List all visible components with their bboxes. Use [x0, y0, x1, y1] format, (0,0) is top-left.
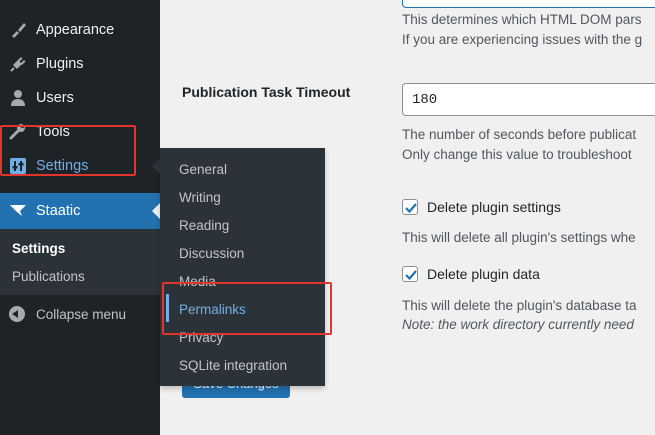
- collapse-menu-button[interactable]: Collapse menu: [9, 306, 126, 322]
- plugin-icon: [9, 55, 27, 73]
- user-icon: [9, 89, 27, 107]
- flyout-item-general[interactable]: General: [179, 162, 227, 177]
- dom-parser-description: This determines which HTML DOM pars: [402, 12, 642, 27]
- delete-plugin-settings-row[interactable]: Delete plugin settings: [402, 199, 561, 215]
- delete-settings-description: This will delete all plugin's settings w…: [402, 230, 636, 245]
- flyout-pointer: [152, 158, 160, 174]
- sidebar-item-label: Staatic: [36, 203, 81, 219]
- delete-plugin-data-label: Delete plugin data: [427, 266, 540, 282]
- publication-task-timeout-input[interactable]: 180: [402, 83, 655, 116]
- flyout-item-discussion[interactable]: Discussion: [179, 246, 244, 261]
- sidebar-item-appearance[interactable]: Appearance: [0, 13, 160, 47]
- html-dom-parser-field[interactable]: [402, 0, 655, 8]
- flyout-item-sqlite-integration[interactable]: SQLite integration: [179, 358, 287, 373]
- timeout-description: The number of seconds before publicat: [402, 127, 637, 142]
- flyout-item-reading[interactable]: Reading: [179, 218, 229, 233]
- staatic-bird-icon: [9, 201, 27, 219]
- admin-sidebar: Appearance Plugins Users Tools Settings …: [0, 0, 160, 435]
- sidebar-item-staatic[interactable]: Staatic: [0, 193, 160, 229]
- current-menu-arrow: [152, 203, 160, 219]
- sidebar-item-plugins[interactable]: Plugins: [0, 47, 160, 81]
- annotation-box-permalinks: [162, 282, 332, 335]
- paintbrush-icon: [9, 21, 27, 39]
- delete-plugin-data-checkbox[interactable]: [402, 266, 418, 282]
- dom-parser-description-2: If you are experiencing issues with the …: [402, 32, 643, 47]
- collapse-arrow-icon: [9, 306, 25, 322]
- collapse-menu-label: Collapse menu: [36, 306, 127, 322]
- delete-plugin-settings-checkbox[interactable]: [402, 199, 418, 215]
- delete-plugin-settings-label: Delete plugin settings: [427, 199, 561, 215]
- delete-plugin-data-row[interactable]: Delete plugin data: [402, 266, 540, 282]
- sidebar-item-label: Users: [36, 90, 74, 106]
- publication-task-timeout-label: Publication Task Timeout: [182, 84, 351, 100]
- sidebar-item-label: Appearance: [36, 22, 115, 38]
- settings-flyout-menu: General Writing Reading Discussion Media…: [160, 148, 325, 386]
- checkmark-icon: [405, 270, 417, 281]
- flyout-item-writing[interactable]: Writing: [179, 190, 221, 205]
- staatic-submenu-settings[interactable]: Settings: [12, 241, 65, 256]
- timeout-description-2: Only change this value to troubleshoot: [402, 147, 632, 162]
- staatic-submenu: [0, 229, 160, 295]
- annotation-box-settings: [0, 125, 136, 176]
- staatic-submenu-publications[interactable]: Publications: [12, 269, 85, 284]
- delete-data-note: Note: the work directory currently need: [402, 317, 634, 332]
- sidebar-item-users[interactable]: Users: [0, 81, 160, 115]
- sidebar-item-label: Plugins: [36, 56, 84, 72]
- delete-data-description: This will delete the plugin's database t…: [402, 298, 637, 313]
- checkmark-icon: [405, 203, 417, 214]
